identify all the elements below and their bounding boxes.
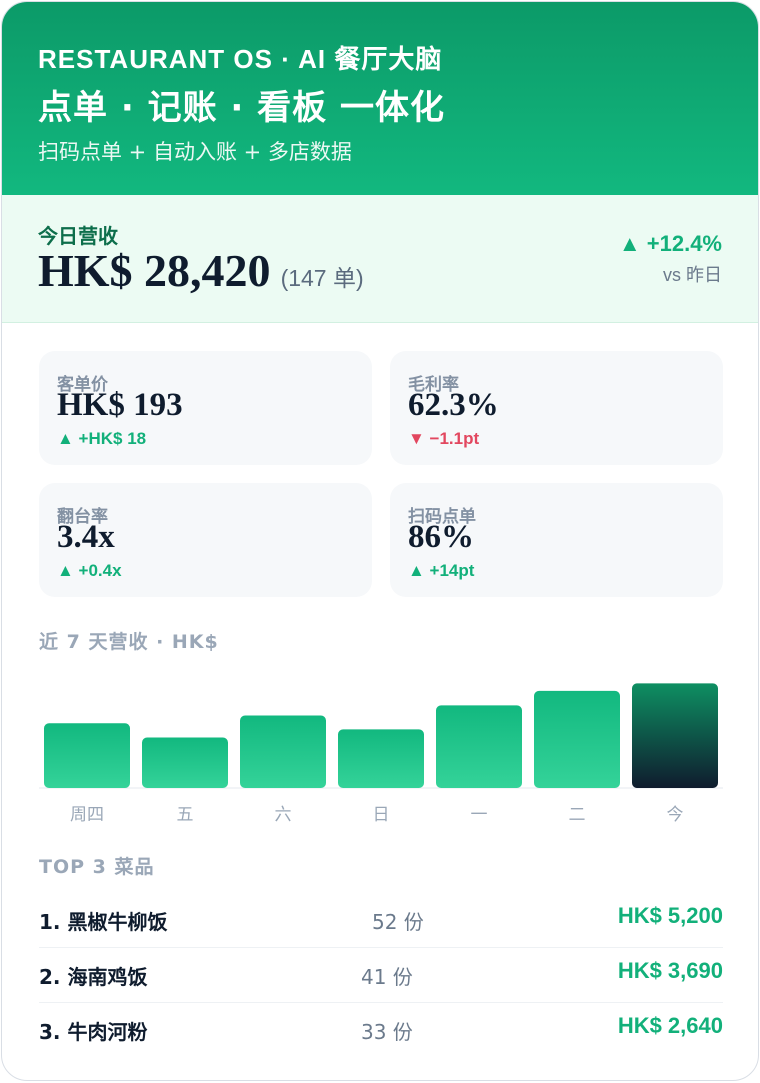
chart-bar-0[interactable] <box>44 723 130 788</box>
metric-delta: ▼ −1.1pt <box>408 429 480 448</box>
today-revenue-panel: 今日营收 HK$ 28,420 (147 单) ▲ +12.4% vs 昨日 <box>2 195 758 323</box>
dish-row[interactable]: 1. 黑椒牛柳饭 52 份 HK$ 5,200 <box>39 893 723 948</box>
dish-row[interactable]: 3. 牛肉河粉 33 份 HK$ 2,640 <box>39 1003 723 1057</box>
chart-title: 近 7 天营收 · HK$ <box>39 631 219 653</box>
metric-card-gross-margin[interactable]: 毛利率 62.3% ▼ −1.1pt <box>390 351 723 465</box>
chart-x-label-5: 二 <box>569 805 586 825</box>
chart-x-label-3: 日 <box>373 805 390 825</box>
metric-delta: ▲ +0.4x <box>57 561 122 580</box>
metrics-grid: 客单价 HK$ 193 ▲ +HK$ 18 毛利率 62.3% ▼ −1.1pt… <box>39 351 723 597</box>
top-dishes-title: TOP 3 菜品 <box>39 856 155 878</box>
metric-value: 86% <box>408 519 474 555</box>
today-revenue-amount: HK$ 28,420 <box>38 245 271 296</box>
metric-card-qr-ordering[interactable]: 扫码点单 86% ▲ +14pt <box>390 483 723 597</box>
metric-value: 62.3% <box>408 387 499 423</box>
metric-value: 3.4x <box>57 519 115 555</box>
dish-name: 2. 海南鸡饭 <box>39 965 148 989</box>
revenue-chart: 周四 五 六 日 一 二 今 <box>39 662 723 832</box>
today-order-count: (147 单) <box>280 265 364 291</box>
chart-x-label-4: 一 <box>471 805 488 825</box>
chart-bar-6[interactable] <box>632 683 718 788</box>
header-banner: RESTAURANT OS · AI 餐厅大脑 点单 · 记账 · 看板 一体化… <box>2 2 758 195</box>
today-revenue-change: ▲ +12.4% <box>618 231 722 256</box>
revenue-bar-chart: 周四 五 六 日 一 二 今 <box>39 683 723 825</box>
dish-revenue: HK$ 5,200 <box>617 903 723 928</box>
chart-x-label-1: 五 <box>177 805 194 825</box>
metric-value: HK$ 193 <box>57 387 183 423</box>
chart-x-label-2: 六 <box>275 805 292 825</box>
chart-bar-2[interactable] <box>240 715 326 788</box>
dish-quantity: 52 份 <box>372 910 424 934</box>
dish-name: 3. 牛肉河粉 <box>39 1020 148 1044</box>
metric-delta: ▲ +HK$ 18 <box>57 429 147 448</box>
dish-revenue: HK$ 2,640 <box>617 1013 723 1038</box>
dashboard-card: RESTAURANT OS · AI 餐厅大脑 点单 · 记账 · 看板 一体化… <box>1 1 759 1081</box>
chart-x-label-6: 今 <box>667 805 684 825</box>
headline: 点单 · 记账 · 看板 一体化 <box>38 88 446 128</box>
chart-bar-4[interactable] <box>436 705 522 788</box>
tagline: 扫码点单 + 自动入账 + 多店数据 <box>38 140 352 164</box>
dish-quantity: 41 份 <box>361 965 413 989</box>
today-revenue-compare: vs 昨日 <box>662 265 722 285</box>
dish-quantity: 33 份 <box>361 1020 413 1044</box>
metric-card-avg-ticket[interactable]: 客单价 HK$ 193 ▲ +HK$ 18 <box>39 351 372 465</box>
dish-revenue: HK$ 3,690 <box>617 958 723 983</box>
dish-row[interactable]: 2. 海南鸡饭 41 份 HK$ 3,690 <box>39 948 723 1003</box>
metric-delta: ▲ +14pt <box>408 561 475 580</box>
dish-name: 1. 黑椒牛柳饭 <box>39 910 168 934</box>
chart-bar-5[interactable] <box>534 690 620 788</box>
today-revenue-value: HK$ 28,420 (147 单) <box>38 244 364 297</box>
chart-bar-3[interactable] <box>338 729 424 788</box>
top-dishes-list: 1. 黑椒牛柳饭 52 份 HK$ 5,200 2. 海南鸡饭 41 份 HK$… <box>39 893 723 1057</box>
metric-card-table-turnover[interactable]: 翻台率 3.4x ▲ +0.4x <box>39 483 372 597</box>
app-eyebrow: RESTAURANT OS · AI 餐厅大脑 <box>38 44 443 74</box>
chart-bar-1[interactable] <box>142 737 228 788</box>
chart-x-label-0: 周四 <box>70 805 104 825</box>
